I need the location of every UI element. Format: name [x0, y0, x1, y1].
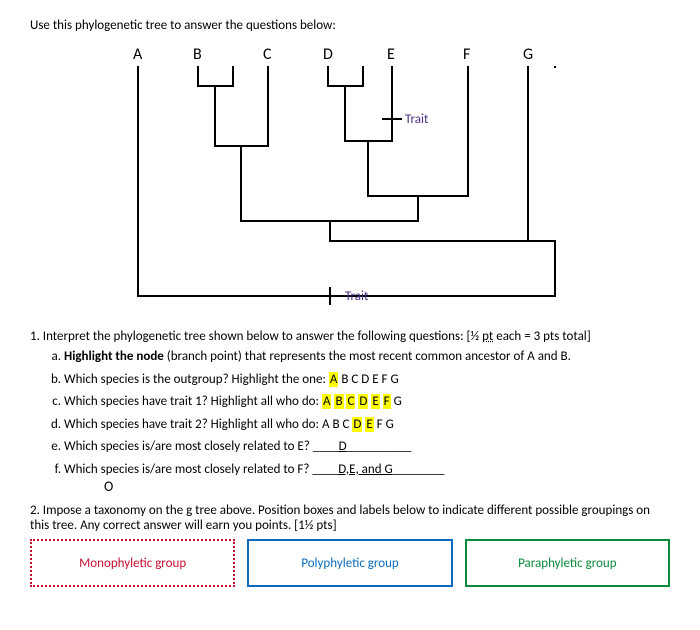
- taxon-E: E: [387, 45, 395, 64]
- taxon-D: D: [323, 45, 333, 64]
- question-2: 2. Impose a taxonomy on the g tree above…: [30, 503, 670, 587]
- polyphyletic-box[interactable]: Polyphyletic group: [247, 539, 452, 587]
- q1e: Which species is/are most closely relate…: [64, 438, 670, 456]
- q1f: Which species is/are most closely relate…: [64, 461, 670, 497]
- q1a: Highlight the node (branch point) that r…: [64, 348, 670, 366]
- q1b-taxa: A B C D E F G: [329, 372, 399, 387]
- taxon-C: C: [263, 45, 272, 64]
- taxon-F: F: [463, 45, 470, 64]
- taxon-A: A: [133, 45, 143, 64]
- taxon-G: G: [523, 45, 533, 64]
- q1c-taxa: A B C D E F G: [322, 394, 402, 409]
- q1d: Which species have trait 2? Highlight al…: [64, 416, 670, 434]
- taxon-B: B: [193, 45, 202, 64]
- paraphyletic-box[interactable]: Paraphyletic group: [465, 539, 670, 587]
- page-prompt: Use this phylogenetic tree to answer the…: [30, 18, 670, 33]
- q1d-taxa: A B C D E F G: [322, 417, 394, 432]
- trait-lower-label: Trait: [345, 289, 369, 304]
- q1b: Which species is the outgroup? Highlight…: [64, 371, 670, 389]
- phylo-tree: A B C D E F G: [115, 41, 585, 311]
- circle-icon: O: [104, 478, 113, 497]
- q1c: Which species have trait 1? Highlight al…: [64, 393, 670, 411]
- trait-upper-label: Trait: [405, 112, 429, 127]
- monophyletic-box[interactable]: Monophyletic group: [30, 539, 235, 587]
- question-1: 1. Interpret the phylogenetic tree shown…: [30, 329, 670, 497]
